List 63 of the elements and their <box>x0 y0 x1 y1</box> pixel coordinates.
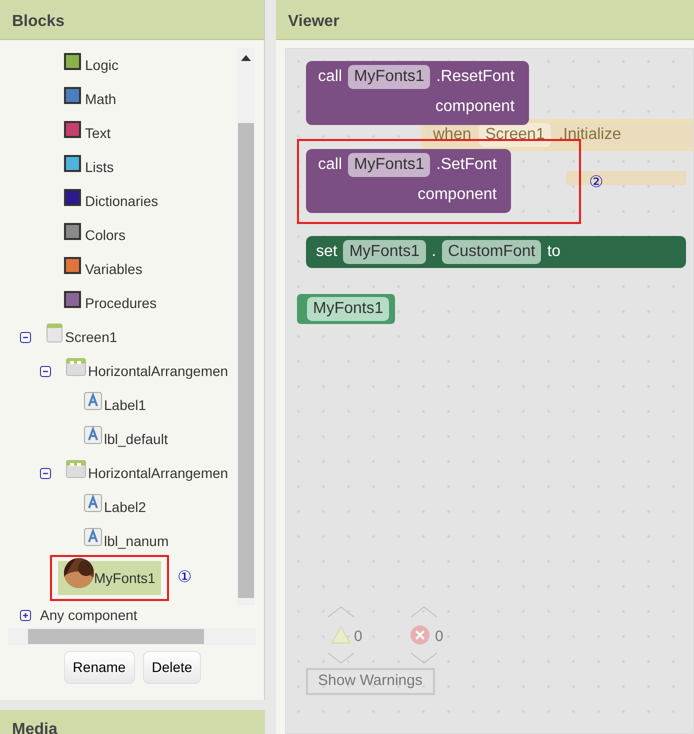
component-dropdown[interactable]: MyFonts1 <box>348 153 430 177</box>
block-keyword: call <box>318 67 342 87</box>
method-block[interactable]: call MyFonts1 .ResetFont component <box>306 61 529 125</box>
tree-item[interactable]: Math <box>85 88 116 110</box>
label-icon <box>84 494 102 512</box>
block-separator: . <box>432 242 436 262</box>
component-dropdown[interactable]: MyFonts1 <box>348 65 430 89</box>
scrollbar[interactable] <box>237 48 255 605</box>
block-keyword: when <box>433 125 472 145</box>
block-method: .Initialize <box>558 125 622 145</box>
property-dropdown[interactable]: CustomFont <box>442 240 542 264</box>
label-icon <box>84 426 102 444</box>
show-warnings-button[interactable]: Show Warnings <box>306 668 434 694</box>
screen-icon <box>46 323 63 343</box>
warning-icon <box>331 626 351 644</box>
tree-item[interactable]: Label1 <box>104 394 146 416</box>
block-keyword: call <box>318 155 342 175</box>
scroll-up-icon[interactable] <box>241 54 251 61</box>
tree-item[interactable]: Text <box>85 122 111 144</box>
error-icon <box>410 625 430 645</box>
tree-item[interactable]: Lists <box>85 156 114 178</box>
tree-item[interactable]: Procedures <box>85 292 157 314</box>
blocks-workspace[interactable]: when Screen1 .Initialize call MyFonts1 .ResetFont component ② call MyFonts1 .SetFont component set MyFonts1 . CustomFont to MyFonts1 0 0 Show Warnings <box>285 48 694 734</box>
tree-item[interactable]: HorizontalArrangemen <box>88 360 228 382</box>
action-button[interactable]: Delete <box>142 651 202 684</box>
component-dropdown[interactable]: MyFonts1 <box>343 240 426 264</box>
label-icon <box>84 392 102 410</box>
tree-item[interactable]: Colors <box>85 224 126 246</box>
block-method: .SetFont <box>436 155 497 175</box>
arrangement-icon <box>66 460 86 478</box>
tree-item[interactable]: Logic <box>85 54 118 76</box>
action-button[interactable]: Rename <box>64 651 135 684</box>
tree-item[interactable]: Dictionaries <box>85 190 158 212</box>
tree-item[interactable]: Label2 <box>104 496 146 518</box>
arrangement-icon <box>66 358 86 376</box>
method-block[interactable]: call MyFonts1 .SetFont component <box>306 149 511 213</box>
collapse-icon[interactable] <box>40 366 51 376</box>
expand-icon[interactable] <box>20 610 31 620</box>
panel-title: Media <box>0 710 265 734</box>
tree-item[interactable]: Any component <box>40 604 138 626</box>
collapse-icon[interactable] <box>40 468 51 478</box>
tree-item[interactable]: Screen1 <box>65 326 118 348</box>
label-icon <box>84 528 102 546</box>
tree-item[interactable]: Variables <box>85 258 142 280</box>
callout-number: ② <box>589 173 603 193</box>
panel-title: Viewer <box>276 0 694 40</box>
setter-block[interactable]: set MyFonts1 . CustomFont to <box>306 236 686 268</box>
block-param: component <box>435 98 515 115</box>
panel-title: Blocks <box>0 0 264 40</box>
component-dropdown[interactable]: MyFonts1 <box>307 297 390 321</box>
warning-count: 0 <box>354 627 362 647</box>
tree-item[interactable]: lbl_default <box>104 428 168 450</box>
tree-item[interactable]: HorizontalArrangemen <box>88 462 228 484</box>
tree-item[interactable]: lbl_nanum <box>104 530 169 552</box>
error-count: 0 <box>435 627 444 647</box>
component-block[interactable]: MyFonts1 <box>297 294 396 324</box>
block-method: .ResetFont <box>436 67 515 87</box>
collapse-icon[interactable] <box>20 332 31 342</box>
callout-number: ① <box>177 568 192 588</box>
block-param: component <box>418 186 497 203</box>
horizontal-scrollbar[interactable] <box>8 628 256 645</box>
block-keyword: set <box>316 242 338 262</box>
block-keyword: to <box>547 242 561 262</box>
